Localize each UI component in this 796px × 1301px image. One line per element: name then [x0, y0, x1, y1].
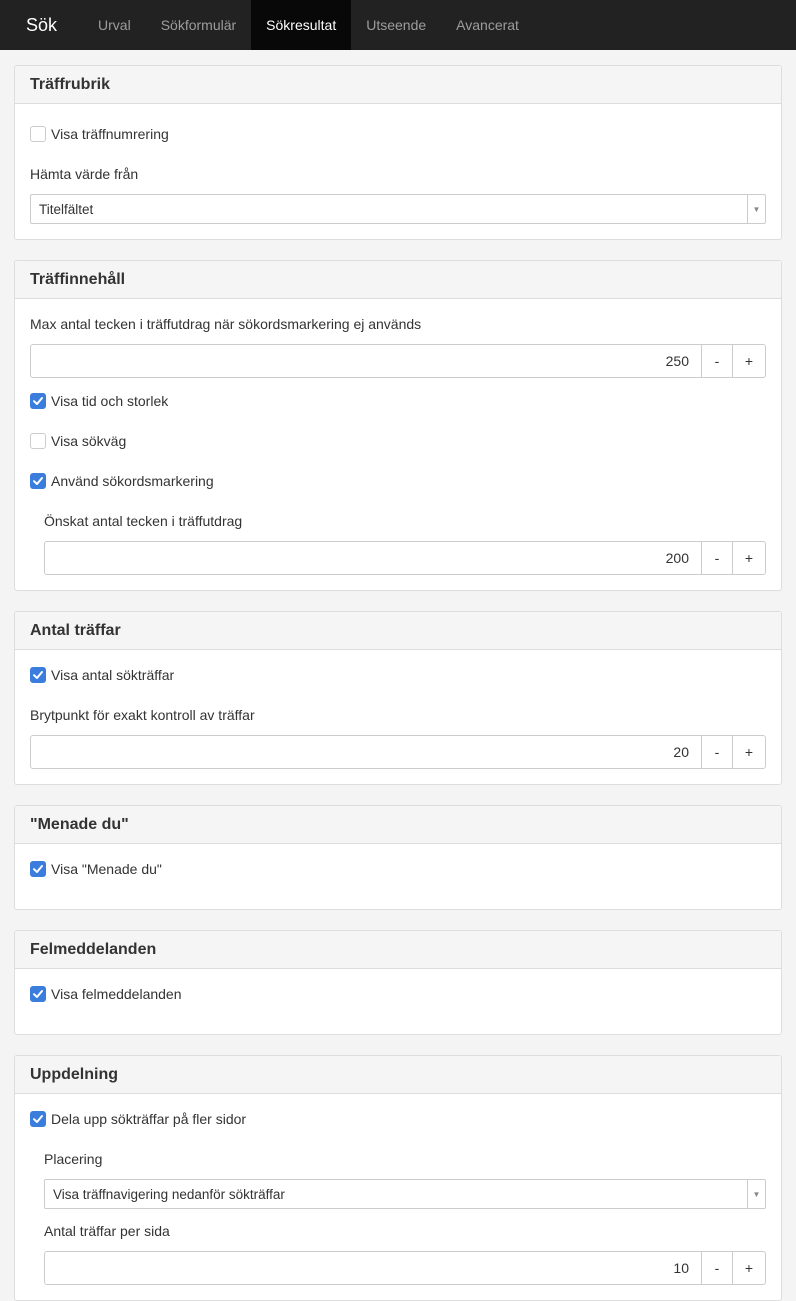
panel-menade-du: "Menade du" Visa "Menade du" — [14, 805, 782, 910]
checkmark-icon — [33, 397, 43, 405]
brand-title[interactable]: Sök — [0, 0, 83, 50]
panel-traffinnehall: Träffinnehåll Max antal tecken i träffut… — [14, 260, 782, 591]
checkbox[interactable] — [30, 861, 46, 877]
panel-title: "Menade du" — [15, 806, 781, 844]
desired-chars-input[interactable] — [45, 542, 701, 574]
increment-button[interactable]: + — [732, 736, 765, 768]
panel-traffrubrik: Träffrubrik Visa träffnumrering Hämta vä… — [14, 65, 782, 240]
field-label: Antal träffar per sida — [44, 1223, 170, 1239]
field-label: Hämta värde från — [30, 166, 139, 182]
checkbox-label: Visa tid och storlek — [51, 393, 169, 409]
checkbox[interactable] — [30, 126, 46, 142]
select-value: Visa träffnavigering nedanför sökträffar — [53, 1186, 285, 1202]
highlight-subsection: Önskat antal tecken i träffutdrag - + — [30, 501, 766, 575]
checkbox-label: Visa sökväg — [51, 433, 127, 449]
placement-select[interactable]: Visa träffnavigering nedanför sökträffar… — [44, 1179, 766, 1209]
field-label: Brytpunkt för exakt kontroll av träffar — [30, 707, 255, 723]
checkbox-label: Visa träffnumrering — [51, 126, 169, 142]
chevron-down-icon: ▼ — [747, 195, 765, 223]
checkbox[interactable] — [30, 986, 46, 1002]
field-label: Önskat antal tecken i träffutdrag — [44, 513, 243, 529]
fetch-value-select[interactable]: Titelfältet ▼ — [30, 194, 766, 224]
paginate-checkbox-row[interactable]: Dela upp sökträffar på fler sidor — [30, 1099, 766, 1139]
panel-felmeddelanden: Felmeddelanden Visa felmeddelanden — [14, 930, 782, 1035]
chevron-down-icon: ▼ — [747, 1180, 765, 1208]
checkbox-label: Dela upp sökträffar på fler sidor — [51, 1111, 247, 1127]
checkmark-icon — [33, 1115, 43, 1123]
show-errors-checkbox-row[interactable]: Visa felmeddelanden — [30, 974, 766, 1014]
panel-antal-traffar: Antal träffar Visa antal sökträffar Bryt… — [14, 611, 782, 785]
settings-content: Träffrubrik Visa träffnumrering Hämta vä… — [0, 50, 796, 1301]
decrement-button[interactable]: - — [701, 736, 732, 768]
panel-title: Uppdelning — [15, 1056, 781, 1094]
checkbox[interactable] — [30, 1111, 46, 1127]
top-navbar: Sök Urval Sökformulär Sökresultat Utseen… — [0, 0, 796, 50]
increment-button[interactable]: + — [732, 542, 765, 574]
panel-title: Träffrubrik — [15, 66, 781, 104]
breakpoint-input[interactable] — [31, 736, 701, 768]
select-value: Titelfältet — [39, 201, 94, 217]
show-count-checkbox-row[interactable]: Visa antal sökträffar — [30, 655, 766, 695]
use-highlight-checkbox-row[interactable]: Använd sökordsmarkering — [30, 461, 766, 501]
per-page-input[interactable] — [45, 1252, 701, 1284]
checkbox[interactable] — [30, 433, 46, 449]
checkbox[interactable] — [30, 667, 46, 683]
checkbox-label: Använd sökordsmarkering — [51, 473, 214, 489]
checkbox[interactable] — [30, 473, 46, 489]
checkmark-icon — [33, 477, 43, 485]
checkbox-label: Visa antal sökträffar — [51, 667, 175, 683]
max-chars-input[interactable] — [31, 345, 701, 377]
breakpoint-stepper: - + — [30, 735, 766, 769]
checkbox-label: Visa "Menade du" — [51, 861, 162, 877]
tab-urval[interactable]: Urval — [83, 0, 146, 50]
panel-title: Antal träffar — [15, 612, 781, 650]
max-chars-stepper: - + — [30, 344, 766, 378]
panel-title: Felmeddelanden — [15, 931, 781, 969]
per-page-stepper: - + — [44, 1251, 766, 1285]
show-did-you-mean-checkbox-row[interactable]: Visa "Menade du" — [30, 849, 766, 889]
decrement-button[interactable]: - — [701, 1252, 732, 1284]
checkmark-icon — [33, 865, 43, 873]
show-path-checkbox-row[interactable]: Visa sökväg — [30, 421, 766, 461]
field-label: Placering — [44, 1151, 103, 1167]
increment-button[interactable]: + — [732, 1252, 765, 1284]
tab-avancerat[interactable]: Avancerat — [441, 0, 534, 50]
increment-button[interactable]: + — [732, 345, 765, 377]
checkbox-label: Visa felmeddelanden — [51, 986, 182, 1002]
panel-uppdelning: Uppdelning Dela upp sökträffar på fler s… — [14, 1055, 782, 1301]
decrement-button[interactable]: - — [701, 345, 732, 377]
decrement-button[interactable]: - — [701, 542, 732, 574]
pagination-subsection: Placering Visa träffnavigering nedanför … — [30, 1139, 766, 1285]
checkbox[interactable] — [30, 393, 46, 409]
show-time-size-checkbox-row[interactable]: Visa tid och storlek — [30, 381, 766, 421]
desired-chars-stepper: - + — [44, 541, 766, 575]
checkmark-icon — [33, 990, 43, 998]
show-numbering-checkbox-row[interactable]: Visa träffnumrering — [30, 114, 766, 154]
field-label: Max antal tecken i träffutdrag när sökor… — [30, 316, 422, 332]
checkmark-icon — [33, 671, 43, 679]
panel-title: Träffinnehåll — [15, 261, 781, 299]
tab-sokresultat[interactable]: Sökresultat — [251, 0, 352, 50]
tab-sokformular[interactable]: Sökformulär — [146, 0, 251, 50]
tab-utseende[interactable]: Utseende — [351, 0, 441, 50]
